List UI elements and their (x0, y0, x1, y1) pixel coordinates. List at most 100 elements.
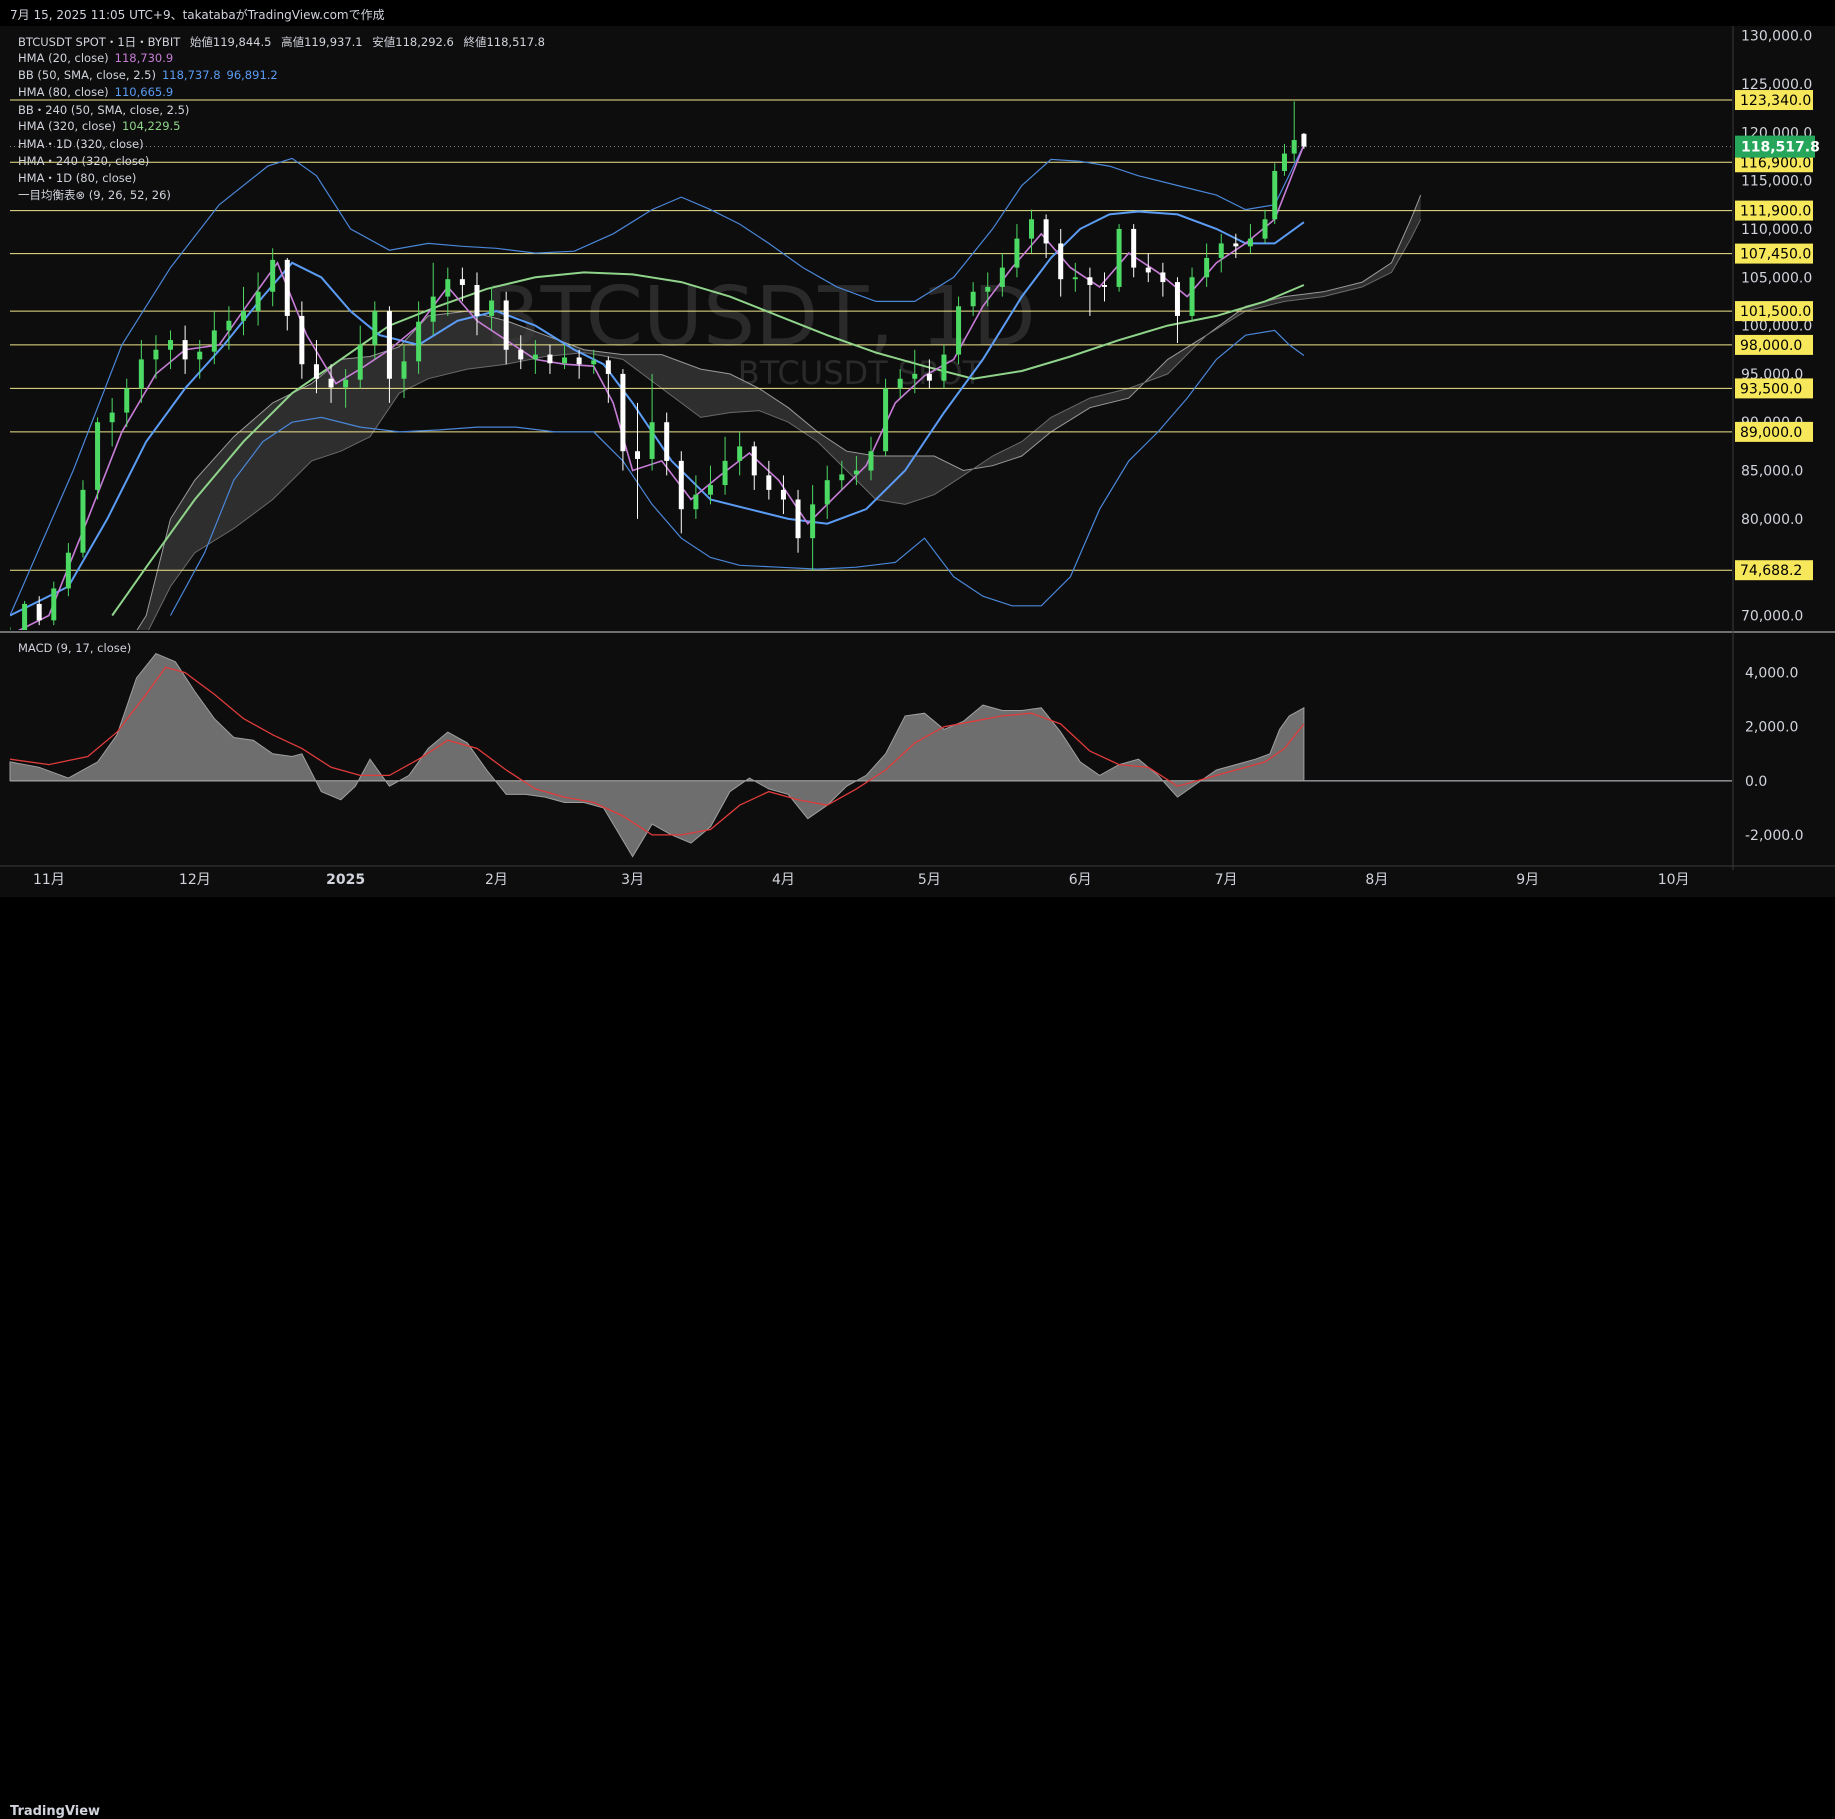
legend-hma320[interactable]: HMA (320, close) 104,229.5 (18, 119, 180, 133)
candle-body-14 (211, 330, 217, 352)
candle-body-6 (95, 422, 101, 490)
candle-body-84 (1233, 243, 1239, 247)
candle-body-22 (328, 378, 334, 388)
candle-body-67 (985, 286, 991, 292)
candle-body-7 (109, 412, 115, 423)
time-tick-label: 4月 (772, 872, 795, 888)
candle-body-50 (737, 446, 743, 461)
candle-body-69 (1014, 238, 1020, 268)
macd-tick-label: 0.0 (1745, 774, 1767, 790)
level-label: 123,340.0 (1740, 93, 1811, 109)
legend-bb240[interactable]: BB・240 (50, SMA, close, 2.5) (18, 102, 189, 118)
legend-bb-name: BB (50, SMA, close, 2.5) (18, 68, 156, 82)
price-tick-label: 130,000.0 (1741, 29, 1812, 45)
legend-hma1d80[interactable]: HMA・1D (80, close) (18, 170, 136, 186)
candle-body-57 (839, 474, 845, 481)
candle-body-63 (926, 373, 932, 381)
price-tick-label: 105,000.0 (1741, 270, 1812, 286)
price-tick-label: 115,000.0 (1741, 174, 1812, 190)
legend-bb-value: 118,737.8 (161, 68, 221, 82)
legend-hma240-320[interactable]: HMA・240 (320, close) (18, 153, 149, 169)
candle-body-16 (240, 311, 246, 321)
legend-hma1d320-name: HMA・1D (320, close) (18, 137, 144, 151)
candle-body-75 (1101, 284, 1107, 287)
low-label: 安値 (372, 35, 396, 49)
candle-body-55 (810, 504, 816, 539)
candle-body-34 (503, 300, 509, 350)
candle-body-59 (868, 451, 874, 471)
candle-body-64 (941, 354, 947, 381)
candle-body-1 (22, 603, 28, 630)
candle-body-3 (51, 588, 57, 621)
candle-body-20 (299, 315, 305, 365)
time-tick-label: 2025 (326, 872, 365, 888)
legend-hma80[interactable]: HMA (80, close) 110,665.9 (18, 85, 173, 99)
candle-body-24 (357, 344, 363, 380)
legend-hma1d320[interactable]: HMA・1D (320, close) (18, 136, 144, 152)
symbol-line[interactable]: BTCUSDT SPOT・1日・BYBIT 始値119,844.5 高値119,… (18, 34, 545, 50)
candle-body-32 (474, 284, 480, 316)
time-tick-label: 5月 (918, 872, 941, 888)
candle-body-46 (678, 460, 684, 510)
time-tick-label: 12月 (179, 872, 211, 888)
candle-body-76 (1116, 228, 1122, 287)
candle-body-77 (1131, 228, 1137, 268)
time-tick-label: 10月 (1658, 872, 1690, 888)
high-value: 119,937.1 (304, 35, 363, 49)
legend-hma320-value: 104,229.5 (121, 119, 181, 133)
legend-hma80-value: 110,665.9 (114, 85, 174, 99)
level-label: 89,000.0 (1740, 425, 1802, 441)
legend-hma80-name: HMA (80, close) (18, 85, 109, 99)
candle-body-49 (722, 460, 728, 486)
last-price-label: 118,517.8 (1741, 140, 1820, 156)
open-value: 119,844.5 (212, 35, 272, 49)
candle-body-4 (65, 552, 71, 589)
candle-body-72 (1058, 243, 1064, 280)
price-chart[interactable]: BTCUSDT, 1D BTCUSDT SPOT 130,000.0125,00… (0, 0, 1835, 933)
time-tick-label: 9月 (1516, 872, 1539, 888)
legend-ichimoku[interactable]: 一目均衡表⊗ (9, 26, 52, 26) (18, 187, 171, 203)
candle-body-62 (912, 373, 918, 379)
level-label: 116,900.0 (1740, 155, 1811, 171)
legend-bb-value2: 96,891.2 (226, 68, 278, 82)
time-tick-label: 11月 (33, 872, 65, 888)
candle-body-10 (153, 349, 159, 360)
candle-body-2 (36, 603, 42, 621)
candle-body-51 (751, 446, 757, 476)
candle-body-81 (1189, 277, 1195, 316)
tradingview-logo[interactable]: TradingView (10, 1804, 100, 1819)
candle-body-28 (416, 321, 422, 362)
candle-body-52 (766, 475, 772, 490)
candle-body-5 (80, 489, 86, 553)
close-value: 118,517.8 (486, 35, 545, 49)
level-label: 93,500.0 (1740, 381, 1802, 397)
legend-bb[interactable]: BB (50, SMA, close, 2.5) 118,737.8 96,891.… (18, 68, 278, 82)
candle-body-87 (1272, 170, 1278, 220)
candle-body-86 (1262, 219, 1268, 239)
price-tick-label: 80,000.0 (1741, 512, 1803, 528)
candle-body-68 (999, 267, 1005, 287)
candle-body-45 (664, 422, 670, 461)
footer-bar: TradingView (0, 897, 1835, 1819)
level-label: 107,450.0 (1740, 247, 1811, 263)
candle-body-44 (649, 422, 655, 459)
candle-body-12 (182, 340, 188, 360)
macd-legend[interactable]: MACD (9, 17, close) (18, 641, 131, 655)
candle-body-38 (562, 357, 568, 364)
legend-hma20[interactable]: HMA (20, close) 118,730.9 (18, 51, 173, 65)
candle-body-88 (1281, 153, 1287, 171)
candle-body-30 (445, 279, 451, 297)
macd-tick-label: 2,000.0 (1745, 720, 1798, 736)
candle-body-15 (226, 320, 232, 331)
candle-body-11 (168, 340, 174, 350)
time-tick-label: 8月 (1365, 872, 1388, 888)
legend-ichimoku-name: 一目均衡表⊗ (9, 26, 52, 26) (18, 188, 171, 202)
candle-body-8 (124, 388, 130, 413)
candle-body-74 (1087, 277, 1093, 285)
legend-hma20-value: 118,730.9 (114, 51, 174, 65)
candle-body-66 (970, 291, 976, 307)
level-label: 98,000.0 (1740, 338, 1802, 354)
candle-body-53 (780, 489, 786, 500)
legend-hma240-320-name: HMA・240 (320, close) (18, 154, 150, 168)
close-label: 終値 (463, 35, 487, 49)
